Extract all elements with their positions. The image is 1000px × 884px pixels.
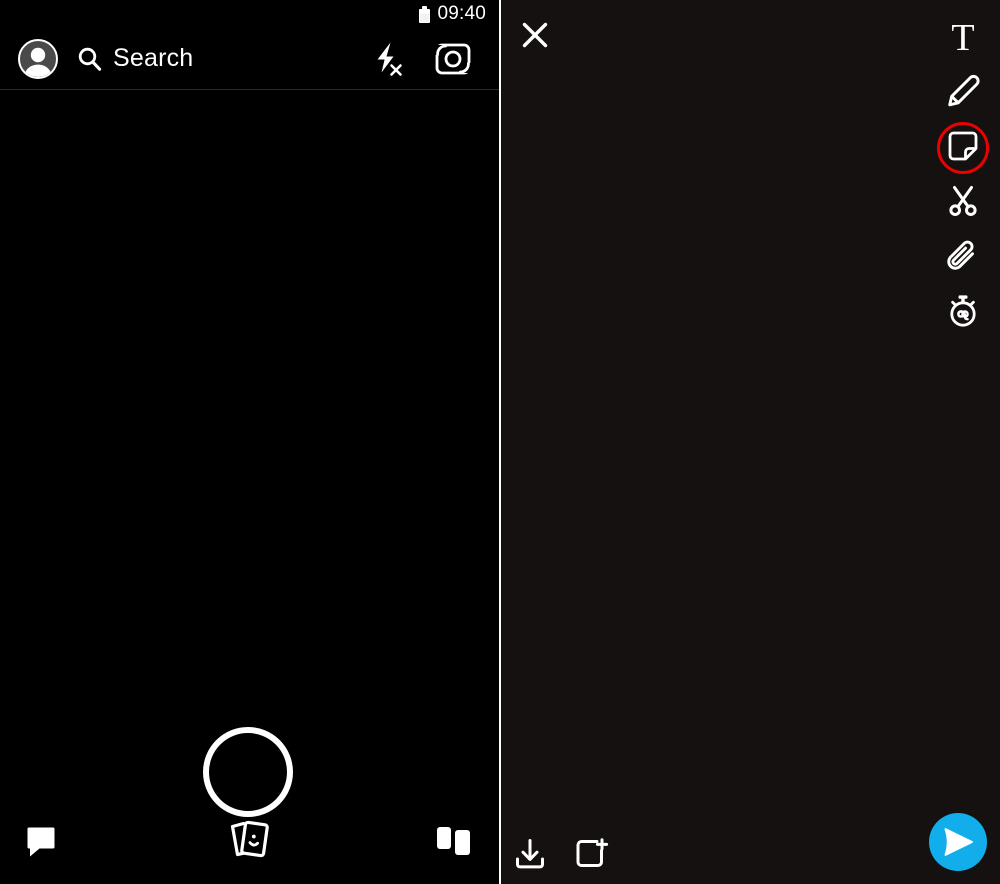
camera-top-tools <box>372 41 499 77</box>
screenshot-root: 09:40 Search T <box>0 0 1000 884</box>
attach-tool[interactable] <box>937 232 989 284</box>
camera-screen: 09:40 Search <box>0 0 499 884</box>
scissors-tool[interactable] <box>937 177 989 229</box>
chat-icon[interactable] <box>26 826 56 863</box>
camera-bottom-bar <box>0 810 499 884</box>
search-bar[interactable]: Search <box>0 28 499 90</box>
text-tool[interactable]: T <box>937 12 989 64</box>
sticker-icon <box>948 131 978 166</box>
status-bar: 09:40 <box>0 0 499 28</box>
timer-tool[interactable] <box>937 287 989 339</box>
editor-tool-rail: T <box>937 12 989 342</box>
stories-icon[interactable] <box>435 825 473 864</box>
status-cluster: 09:40 <box>419 3 486 25</box>
scissors-icon <box>947 185 979 222</box>
draw-tool[interactable] <box>937 67 989 119</box>
status-clock: 09:40 <box>437 3 486 24</box>
add-to-story-icon[interactable] <box>575 838 609 875</box>
text-tool-label: T <box>951 17 975 59</box>
paperclip-icon <box>947 240 979 277</box>
save-icon[interactable] <box>514 838 546 875</box>
search-icon <box>77 46 102 71</box>
sticker-tool[interactable] <box>937 122 989 174</box>
editor-bottom-tools <box>514 838 609 875</box>
profile-avatar-icon[interactable] <box>18 38 58 79</box>
pencil-icon <box>946 74 980 113</box>
stopwatch-infinity-icon <box>946 294 980 333</box>
memories-icon[interactable] <box>224 818 274 867</box>
search-input-label[interactable]: Search <box>113 44 193 73</box>
battery-icon <box>419 5 431 23</box>
camera-flip-icon[interactable] <box>433 41 473 77</box>
flash-off-icon[interactable] <box>372 41 406 77</box>
snap-editor-screen: T <box>501 0 1000 884</box>
send-button[interactable] <box>929 813 987 871</box>
shutter-button[interactable] <box>203 727 293 817</box>
close-icon[interactable] <box>521 21 549 54</box>
